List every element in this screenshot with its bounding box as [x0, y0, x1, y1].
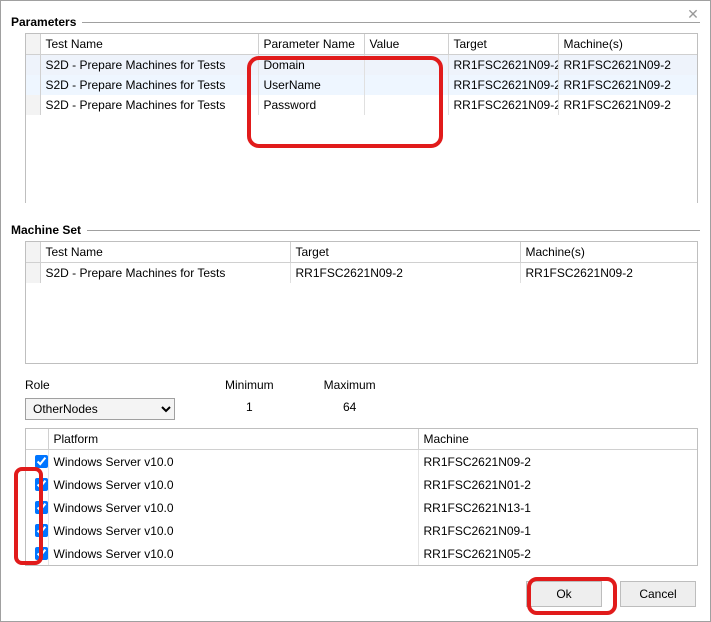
platform-checkbox[interactable]: [35, 501, 48, 514]
mset-col-test-name[interactable]: Test Name: [40, 242, 290, 263]
cell-machine: RR1FSC2621N09-2: [558, 55, 697, 76]
table-row[interactable]: Windows Server v10.0RR1FSC2621N13-1: [26, 496, 697, 519]
cell-target: RR1FSC2621N09-2: [448, 95, 558, 115]
cell-machine: RR1FSC2621N05-2: [418, 542, 697, 565]
platform-checkbox[interactable]: [35, 524, 48, 537]
cancel-button[interactable]: Cancel: [620, 581, 696, 607]
ok-button[interactable]: Ok: [526, 581, 602, 607]
table-row[interactable]: Windows Server v10.0RR1FSC2621N09-2: [26, 450, 697, 474]
cell-platform: Windows Server v10.0: [48, 496, 418, 519]
col-platform[interactable]: Platform: [48, 429, 418, 450]
cell-machine: RR1FSC2621N09-2: [558, 95, 697, 115]
cell-parameter-name: UserName: [258, 75, 364, 95]
col-test-name[interactable]: Test Name: [40, 34, 258, 55]
cell-parameter-name: Password: [258, 95, 364, 115]
platform-checkbox[interactable]: [35, 478, 48, 491]
platform-checkbox[interactable]: [35, 455, 48, 468]
mset-col-machines[interactable]: Machine(s): [520, 242, 697, 263]
minimum-value: 1: [246, 398, 253, 414]
col-machines[interactable]: Machine(s): [558, 34, 697, 55]
cell-value[interactable]: [364, 95, 448, 115]
cell-machine: RR1FSC2621N09-2: [558, 75, 697, 95]
maximum-value: 64: [343, 398, 356, 414]
cell-target: RR1FSC2621N09-2: [448, 75, 558, 95]
cell-platform: Windows Server v10.0: [48, 519, 418, 542]
col-parameter-name[interactable]: Parameter Name: [258, 34, 364, 55]
cell-parameter-name: Domain: [258, 55, 364, 76]
cell-platform: Windows Server v10.0: [48, 450, 418, 474]
cell-value[interactable]: [364, 55, 448, 76]
cell-platform: Windows Server v10.0: [48, 473, 418, 496]
platform-table[interactable]: Platform Machine Windows Server v10.0RR1…: [25, 428, 698, 566]
cell-machine: RR1FSC2621N09-1: [418, 519, 697, 542]
close-icon[interactable]: ✕: [684, 5, 702, 23]
cell-value[interactable]: [364, 75, 448, 95]
cell-test-name: S2D - Prepare Machines for Tests: [40, 55, 258, 76]
mset-col-target[interactable]: Target: [290, 242, 520, 263]
parameters-group-label: Parameters: [11, 15, 700, 29]
role-label: Role: [25, 378, 50, 392]
col-target[interactable]: Target: [448, 34, 558, 55]
col-machine[interactable]: Machine: [418, 429, 697, 450]
machine-set-table[interactable]: Test Name Target Machine(s) S2D - Prepar…: [25, 241, 698, 364]
role-select[interactable]: OtherNodes: [25, 398, 175, 420]
table-row[interactable]: S2D - Prepare Machines for TestsUserName…: [26, 75, 697, 95]
minimum-label: Minimum: [225, 378, 274, 392]
cell-machine: RR1FSC2621N01-2: [418, 473, 697, 496]
table-row[interactable]: Windows Server v10.0RR1FSC2621N09-1: [26, 519, 697, 542]
machine-set-group-label: Machine Set: [11, 223, 700, 237]
table-row[interactable]: Windows Server v10.0RR1FSC2621N01-2: [26, 473, 697, 496]
cell-target: RR1FSC2621N09-2: [290, 263, 520, 284]
cell-test-name: S2D - Prepare Machines for Tests: [40, 75, 258, 95]
cell-machine: RR1FSC2621N09-2: [520, 263, 697, 284]
cell-target: RR1FSC2621N09-2: [448, 55, 558, 76]
parameters-table[interactable]: Test Name Parameter Name Value Target Ma…: [25, 33, 698, 203]
cell-test-name: S2D - Prepare Machines for Tests: [40, 263, 290, 284]
table-row[interactable]: S2D - Prepare Machines for TestsRR1FSC26…: [26, 263, 697, 284]
platform-checkbox[interactable]: [35, 547, 48, 560]
cell-platform: Windows Server v10.0: [48, 542, 418, 565]
col-value[interactable]: Value: [364, 34, 448, 55]
maximum-label: Maximum: [324, 378, 376, 392]
table-row[interactable]: Windows Server v10.0RR1FSC2621N05-2: [26, 542, 697, 565]
cell-machine: RR1FSC2621N09-2: [418, 450, 697, 474]
cell-test-name: S2D - Prepare Machines for Tests: [40, 95, 258, 115]
table-row[interactable]: S2D - Prepare Machines for TestsDomain RR…: [26, 55, 697, 76]
table-row[interactable]: S2D - Prepare Machines for TestsPassword…: [26, 95, 697, 115]
cell-machine: RR1FSC2621N13-1: [418, 496, 697, 519]
